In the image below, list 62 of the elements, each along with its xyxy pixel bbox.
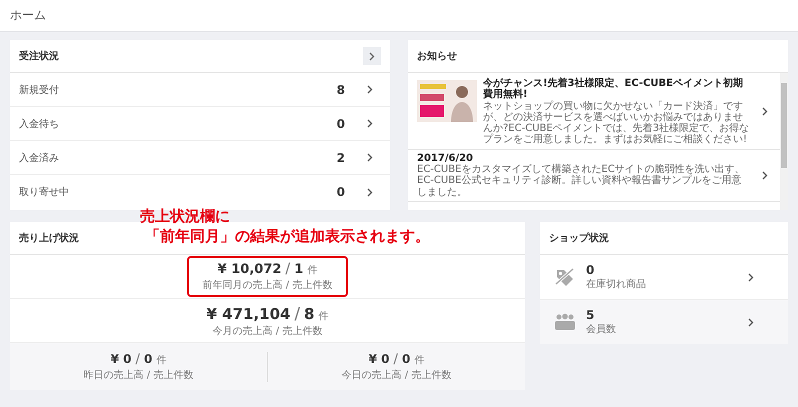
news-text: EC-CUBEをカスタマイズして構築されたECサイトの脆弱性を洗い出す、EC-CUBE公式セキュリティ診断。詳しい資料や報告書サンプルをご用意しました。 bbox=[417, 164, 746, 198]
news-item[interactable]: 今がチャンス!先着3社様限定、EC-CUBEペイメント初期費用無料! ネットショップの買い物に欠かせない「カード決済」ですが、どの決済サービスを選べばいいかお悩みではありませんか?EC-CUBEペイメントでは、先着3社様限定で、お得なプランをご用意しました。まずはお気軽にご相談ください! bbox=[408, 75, 780, 150]
chevron-right-icon bbox=[367, 85, 373, 94]
status-count: 8 bbox=[336, 82, 345, 96]
sales-amount: ¥ 471,104 bbox=[206, 304, 290, 322]
separator: / bbox=[136, 352, 140, 366]
sales-amount: ¥ 10,072 bbox=[218, 262, 282, 277]
sales-count: 8 bbox=[304, 304, 314, 322]
count-unit: 件 bbox=[307, 264, 318, 277]
sales-amount: ¥ 0 bbox=[110, 352, 132, 366]
chevron-right-icon bbox=[369, 52, 375, 60]
chevron-right-icon bbox=[367, 153, 373, 162]
status-label: 新規受付 bbox=[19, 84, 60, 96]
card-title: お知らせ bbox=[417, 50, 457, 63]
sales-amount: ¥ 0 bbox=[368, 352, 390, 366]
card-title: 受注状況 bbox=[19, 49, 59, 63]
chevron-right-icon bbox=[367, 119, 373, 128]
status-label: 入金待ち bbox=[19, 118, 60, 130]
more-button[interactable] bbox=[363, 47, 381, 65]
sales-caption: 昨日の売上高 / 売上件数 bbox=[82, 368, 194, 382]
chevron-right-icon bbox=[762, 107, 768, 116]
separator: / bbox=[294, 304, 300, 322]
order-status-row[interactable]: 入金済み 2 bbox=[10, 141, 390, 175]
sales-count: 1 bbox=[294, 262, 304, 277]
shop-count: 5 bbox=[586, 308, 596, 322]
card-title: ショップ状況 bbox=[549, 231, 609, 245]
separator: / bbox=[285, 261, 290, 277]
shop-count: 0 bbox=[586, 263, 596, 277]
chevron-right-icon bbox=[762, 170, 768, 180]
count-unit: 件 bbox=[318, 310, 328, 322]
sales-caption: 今月の売上高 / 売上件数 bbox=[212, 324, 324, 338]
count-unit: 件 bbox=[414, 354, 424, 366]
sales-caption: 今日の売上高 / 売上件数 bbox=[340, 368, 452, 382]
news-date: 2017/6/20 bbox=[417, 152, 474, 164]
shop-status-row[interactable]: 5 会員数 bbox=[540, 300, 788, 344]
card-title: 売り上げ状況 bbox=[19, 232, 79, 245]
scrollbar[interactable] bbox=[780, 73, 788, 210]
page-title: ホーム bbox=[10, 7, 46, 24]
status-count: 2 bbox=[336, 150, 345, 164]
news-text: ネットショップの買い物に欠かせない「カード決済」ですが、どの決済サービスを選べばいいかお悩みではありませんか?EC-CUBEペイメントでは、先着3社様限定で、お得なプランをご用意しました。まずはお気軽にご相談ください! bbox=[483, 100, 750, 146]
order-status-row[interactable]: 新規受付 8 bbox=[10, 73, 390, 107]
status-label: 取り寄せ中 bbox=[19, 186, 70, 199]
count-unit: 件 bbox=[156, 354, 166, 366]
order-status-row[interactable]: 入金待ち 0 bbox=[10, 107, 390, 141]
chevron-right-icon bbox=[748, 318, 754, 326]
tag-crossed-icon bbox=[554, 267, 576, 287]
chevron-right-icon bbox=[748, 272, 754, 282]
group-icon bbox=[554, 313, 576, 331]
news-title: 今がチャンス!先着3社様限定、EC-CUBEペイメント初期費用無料! bbox=[483, 78, 744, 100]
order-status-row[interactable]: 取り寄せ中 0 bbox=[10, 175, 390, 209]
status-count: 0 bbox=[336, 185, 345, 199]
separator: / bbox=[394, 352, 398, 366]
status-label: 入金済み bbox=[19, 152, 60, 164]
sales-caption: 前年同月の売上高 / 売上件数 bbox=[202, 278, 332, 292]
sales-count: 0 bbox=[144, 352, 152, 366]
sales-count: 0 bbox=[402, 352, 410, 366]
banner-image-placeholder bbox=[417, 80, 477, 122]
annotation-text: 売上状況欄に 「前年同月」の結果が追加表示されます。 bbox=[140, 206, 430, 246]
chevron-right-icon bbox=[367, 188, 373, 196]
status-count: 0 bbox=[336, 116, 345, 130]
shop-caption: 在庫切れ商品 bbox=[586, 278, 647, 291]
shop-caption: 会員数 bbox=[586, 323, 617, 336]
